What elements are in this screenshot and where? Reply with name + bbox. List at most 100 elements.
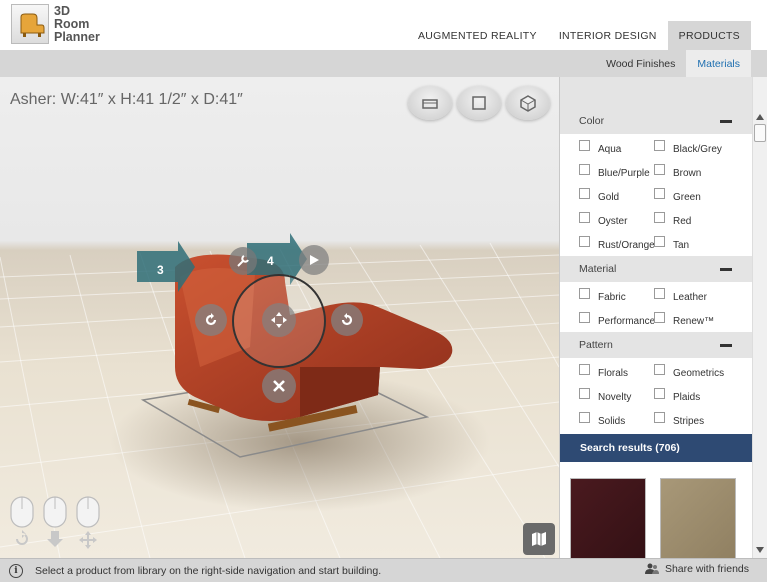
rotate-right-button[interactable] <box>331 304 363 336</box>
checkbox[interactable] <box>579 288 590 299</box>
result-swatch[interactable] <box>570 478 646 558</box>
checkbox[interactable] <box>579 412 590 423</box>
pattern-option[interactable]: Geometrics <box>654 364 752 382</box>
checkbox[interactable] <box>654 288 665 299</box>
wrench-tool-button[interactable] <box>229 247 257 275</box>
color-option[interactable]: Tan <box>654 236 752 254</box>
pattern-option[interactable]: Stripes <box>654 412 752 430</box>
checkbox[interactable] <box>654 188 665 199</box>
status-bar: i Select a product from library on the r… <box>0 558 767 582</box>
search-results-grid <box>560 462 752 558</box>
checkbox[interactable] <box>654 212 665 223</box>
material-option[interactable]: Performance <box>579 312 654 330</box>
checkbox[interactable] <box>579 388 590 399</box>
checkbox[interactable] <box>654 236 665 247</box>
3d-view-button[interactable] <box>506 86 550 120</box>
top-view-button[interactable] <box>457 86 501 120</box>
close-icon <box>273 380 285 392</box>
collapse-icon[interactable] <box>720 343 732 347</box>
collapse-icon[interactable] <box>720 119 732 123</box>
pattern-filter-header[interactable]: Pattern <box>560 332 752 358</box>
search-results-header: Search results (706) <box>560 434 752 462</box>
chair-logo-icon <box>20 13 45 37</box>
color-option[interactable]: Aqua <box>579 140 654 158</box>
map-icon <box>532 532 546 546</box>
logo[interactable]: 3D Room Planner <box>11 4 111 46</box>
3d-viewport[interactable]: Asher: W:41″ x H:41 1/2″ x D:41″ 3 4 <box>0 77 559 558</box>
play-icon <box>310 255 319 265</box>
share-with-friends-link[interactable]: Share with friends <box>644 563 749 575</box>
arrow-right-label[interactable]: 4 <box>267 254 274 268</box>
sidebar-scrollbar[interactable] <box>752 77 767 558</box>
scroll-up-icon[interactable] <box>755 113 765 121</box>
subnav-materials[interactable]: Materials <box>686 50 751 77</box>
play-next-button[interactable] <box>299 245 329 275</box>
color-option[interactable]: Oyster <box>579 212 654 230</box>
floor-view-button[interactable] <box>408 86 452 120</box>
scroll-thumb[interactable] <box>754 124 766 142</box>
checkbox[interactable] <box>579 236 590 247</box>
filter-sidebar: Color Aqua Black/Grey Blue/Purple Brown … <box>559 77 752 558</box>
color-option[interactable]: Blue/Purple <box>579 164 654 182</box>
pattern-option[interactable]: Plaids <box>654 388 752 406</box>
people-icon <box>644 563 659 574</box>
3d-view-icon <box>520 95 536 112</box>
checkbox[interactable] <box>654 140 665 151</box>
color-filter-header[interactable]: Color <box>560 108 752 134</box>
checkbox[interactable] <box>579 140 590 151</box>
color-option[interactable]: Brown <box>654 164 752 182</box>
material-filter-header[interactable]: Material <box>560 256 752 282</box>
checkbox[interactable] <box>579 312 590 323</box>
arrow-left-label[interactable]: 3 <box>157 263 164 277</box>
color-option[interactable]: Gold <box>579 188 654 206</box>
color-filter-options: Aqua Black/Grey Blue/Purple Brown Gold G… <box>560 134 752 256</box>
subnav-wood-finishes[interactable]: Wood Finishes <box>595 50 686 77</box>
checkbox[interactable] <box>579 364 590 375</box>
move-arrows-icon <box>271 312 287 328</box>
checkbox[interactable] <box>654 388 665 399</box>
checkbox[interactable] <box>579 164 590 175</box>
pattern-option[interactable]: Solids <box>579 412 654 430</box>
topnav-interior-design[interactable]: INTERIOR DESIGN <box>548 21 668 50</box>
top-navigation: AUGMENTED REALITY INTERIOR DESIGN PRODUC… <box>407 21 751 50</box>
logo-text: 3D Room Planner <box>54 5 100 44</box>
color-option[interactable]: Rust/Orange <box>579 236 654 254</box>
pattern-option[interactable]: Novelty <box>579 388 654 406</box>
color-option[interactable]: Green <box>654 188 752 206</box>
color-filter-title: Color <box>579 115 605 127</box>
sidebar-top-bar <box>560 77 752 108</box>
collapse-icon[interactable] <box>720 267 732 271</box>
top-view-icon <box>472 96 486 110</box>
rotate-left-button[interactable] <box>195 304 227 336</box>
floor-view-icon <box>422 99 438 109</box>
delete-product-button[interactable] <box>262 369 296 403</box>
rotate-cw-icon <box>205 313 217 326</box>
material-filter-title: Material <box>579 263 617 275</box>
color-option[interactable]: Red <box>654 212 752 230</box>
checkbox[interactable] <box>654 312 665 323</box>
material-option[interactable]: Leather <box>654 288 752 306</box>
checkbox[interactable] <box>654 164 665 175</box>
material-option[interactable]: Fabric <box>579 288 654 306</box>
scroll-down-icon[interactable] <box>755 546 765 554</box>
pattern-filter-title: Pattern <box>579 339 613 351</box>
material-option[interactable]: Renew™ <box>654 312 752 330</box>
move-center-button[interactable] <box>262 303 296 337</box>
mouse-controls-help <box>10 496 100 549</box>
sub-navigation: Wood Finishes Materials <box>0 50 767 77</box>
pattern-option[interactable]: Florals <box>579 364 654 382</box>
color-option[interactable]: Black/Grey <box>654 140 752 158</box>
map-button[interactable] <box>523 523 555 555</box>
topnav-augmented-reality[interactable]: AUGMENTED REALITY <box>407 21 548 50</box>
checkbox[interactable] <box>579 188 590 199</box>
header: 3D Room Planner AUGMENTED REALITY INTERI… <box>0 0 767 50</box>
checkbox[interactable] <box>654 364 665 375</box>
topnav-products[interactable]: PRODUCTS <box>667 21 751 50</box>
rotate-ccw-icon <box>341 313 353 326</box>
pattern-filter-options: Florals Geometrics Novelty Plaids Solids… <box>560 358 752 432</box>
result-swatch[interactable] <box>660 478 736 558</box>
checkbox[interactable] <box>654 412 665 423</box>
logo-line-3: Planner <box>54 30 100 44</box>
info-icon: i <box>9 563 23 578</box>
checkbox[interactable] <box>579 212 590 223</box>
